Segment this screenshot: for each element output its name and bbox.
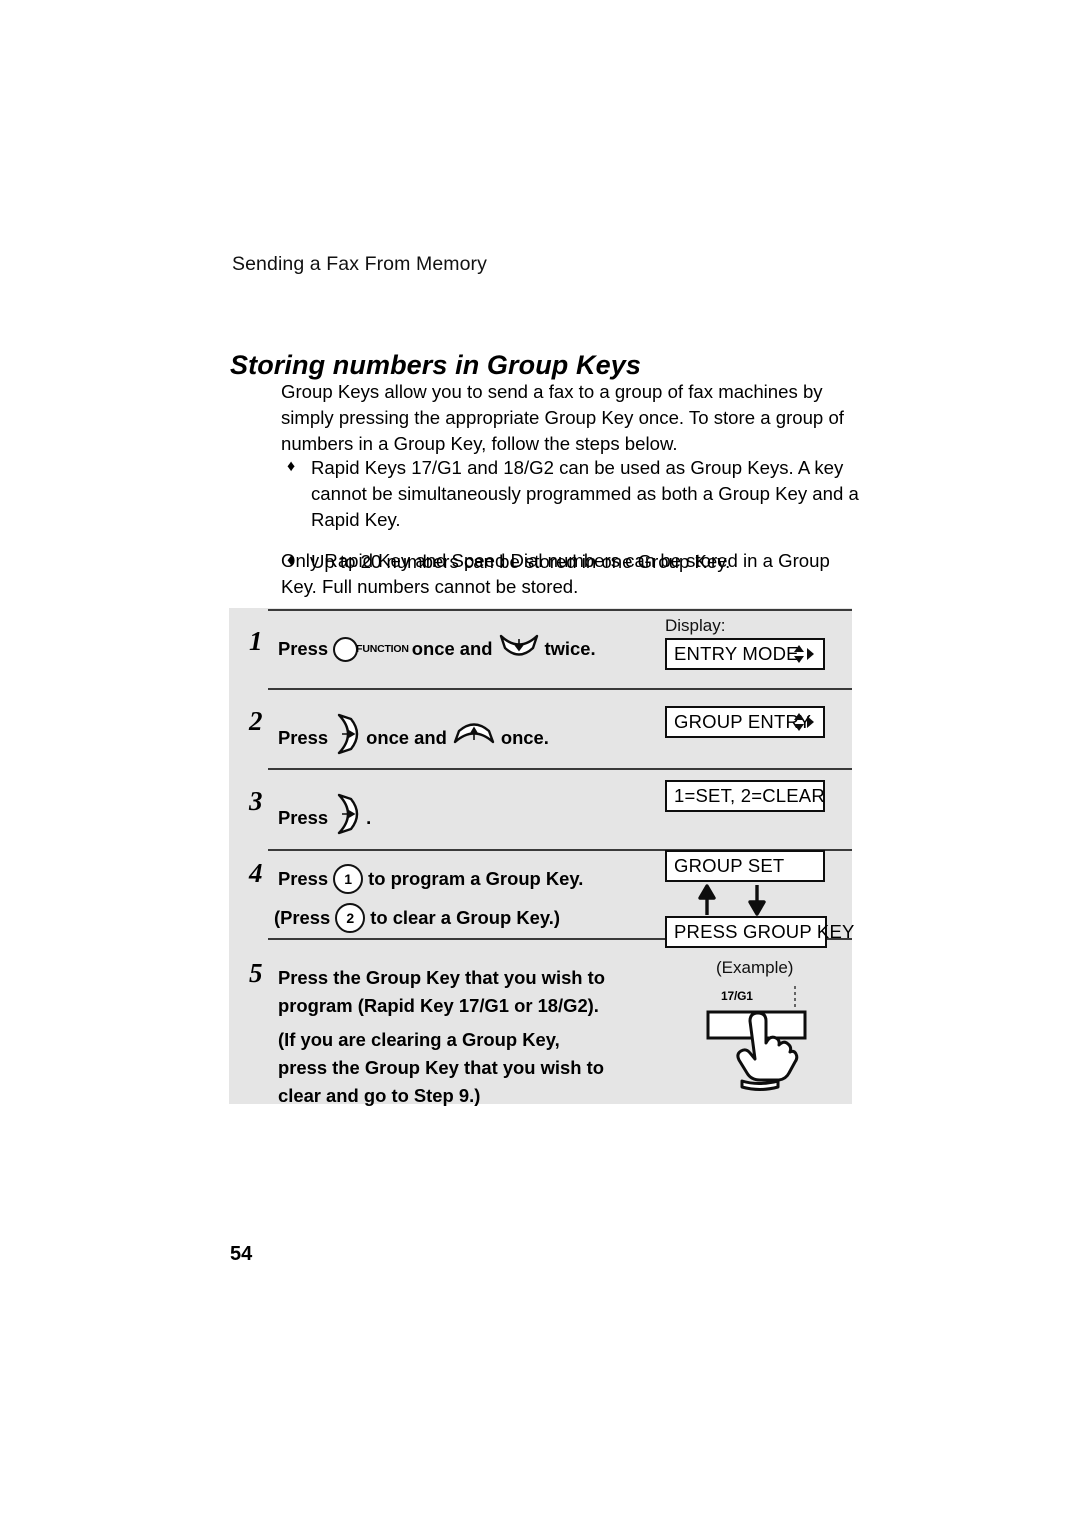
numeric-key-1-icon: 1 [333, 864, 364, 894]
display-arrows-icon [793, 712, 815, 732]
step-4-instruction-line-2: (Press 2 to clear a Group Key.) [274, 903, 560, 933]
step-divider [268, 768, 852, 770]
step-divider [268, 688, 852, 690]
intro-paragraph-1: Group Keys allow you to send a fax to a … [281, 381, 844, 455]
step-number-4: 4 [249, 858, 263, 888]
step-divider [268, 609, 852, 611]
up-arrow-key-icon [452, 720, 496, 756]
step-1-mid-label: once and [411, 638, 493, 659]
display-box-entry-mode: ENTRY MODE [665, 638, 825, 670]
step-5-instruction-paragraph-1: Press the Group Key that you wish to pro… [278, 967, 605, 1016]
step-4-line-2-label: to clear a Group Key.) [370, 907, 560, 928]
list-item-label: Rapid Keys 17/G1 and 18/G2 can be used a… [311, 457, 859, 531]
step-3-instruction: Press . [278, 792, 371, 844]
display-text: PRESS GROUP KEY [674, 921, 855, 942]
display-text: 1=SET, 2=CLEAR [674, 785, 825, 806]
steps-panel: 1 Press FUNCTION once and twice. Display… [229, 608, 854, 1106]
display-arrows-icon [793, 644, 815, 664]
step-number-2: 2 [249, 706, 263, 736]
step-1-end-label: twice. [544, 638, 596, 659]
diamond-bullet-icon: ♦ [287, 458, 296, 475]
display-box-group-entry: GROUP ENTRY [665, 706, 825, 738]
step-2-press-label: Press [278, 727, 329, 748]
function-key-icon: FUNCTION [333, 635, 409, 663]
running-head: Sending a Fax From Memory [232, 253, 488, 275]
display-label: Display: [665, 616, 726, 635]
step-4-instruction-line-1: Press 1 to program a Group Key. [278, 864, 583, 894]
list-item: ♦ Rapid Keys 17/G1 and 18/G2 can be used… [281, 455, 861, 534]
step-1-press-label: Press [278, 638, 329, 659]
pointing-hand-illustration [706, 986, 807, 1091]
example-label: (Example) [716, 958, 794, 977]
step-3-press-label: Press [278, 807, 329, 828]
display-text: ENTRY MODE [674, 643, 799, 664]
display-box-group-set: GROUP SET [665, 850, 825, 882]
step-4-press-label: Press [278, 868, 329, 889]
step-number-5: 5 [249, 958, 263, 988]
display-box-press-group-key: PRESS GROUP KEY [665, 916, 854, 948]
display-text: GROUP ENTRY [674, 711, 812, 732]
alternating-arrows-icon [698, 884, 766, 916]
right-arrow-key-icon [333, 792, 361, 844]
step-4-line-1-label: to program a Group Key. [368, 868, 584, 889]
circle-icon [333, 636, 359, 662]
intro-paragraph-2: Only Rapid Key and Speed Dial numbers ca… [281, 550, 830, 598]
step-5-instruction-paragraph-2: (If you are clearing a Group Key, press … [278, 1029, 604, 1106]
display-box-set-clear: 1=SET, 2=CLEAR [665, 780, 825, 812]
right-arrow-key-icon [333, 712, 361, 764]
step-4-clear-pre-label: (Press [274, 907, 331, 928]
step-2-mid-label: once and [366, 727, 447, 748]
page-number: 54 [230, 1243, 253, 1265]
page-title: Storing numbers in Group Keys [230, 350, 641, 381]
step-2-end-label: once. [500, 727, 549, 748]
step-number-3: 3 [249, 786, 263, 816]
down-arrow-key-icon [498, 631, 540, 667]
step-1-instruction: Press FUNCTION once and twice. [278, 631, 596, 667]
step-number-1: 1 [249, 626, 263, 656]
step-3-end-label: . [366, 807, 372, 828]
numeric-key-2-icon: 2 [335, 903, 366, 933]
step-2-instruction: Press once and once. [278, 712, 549, 764]
display-text: GROUP SET [674, 855, 785, 876]
function-key-label: FUNCTION [356, 643, 409, 655]
